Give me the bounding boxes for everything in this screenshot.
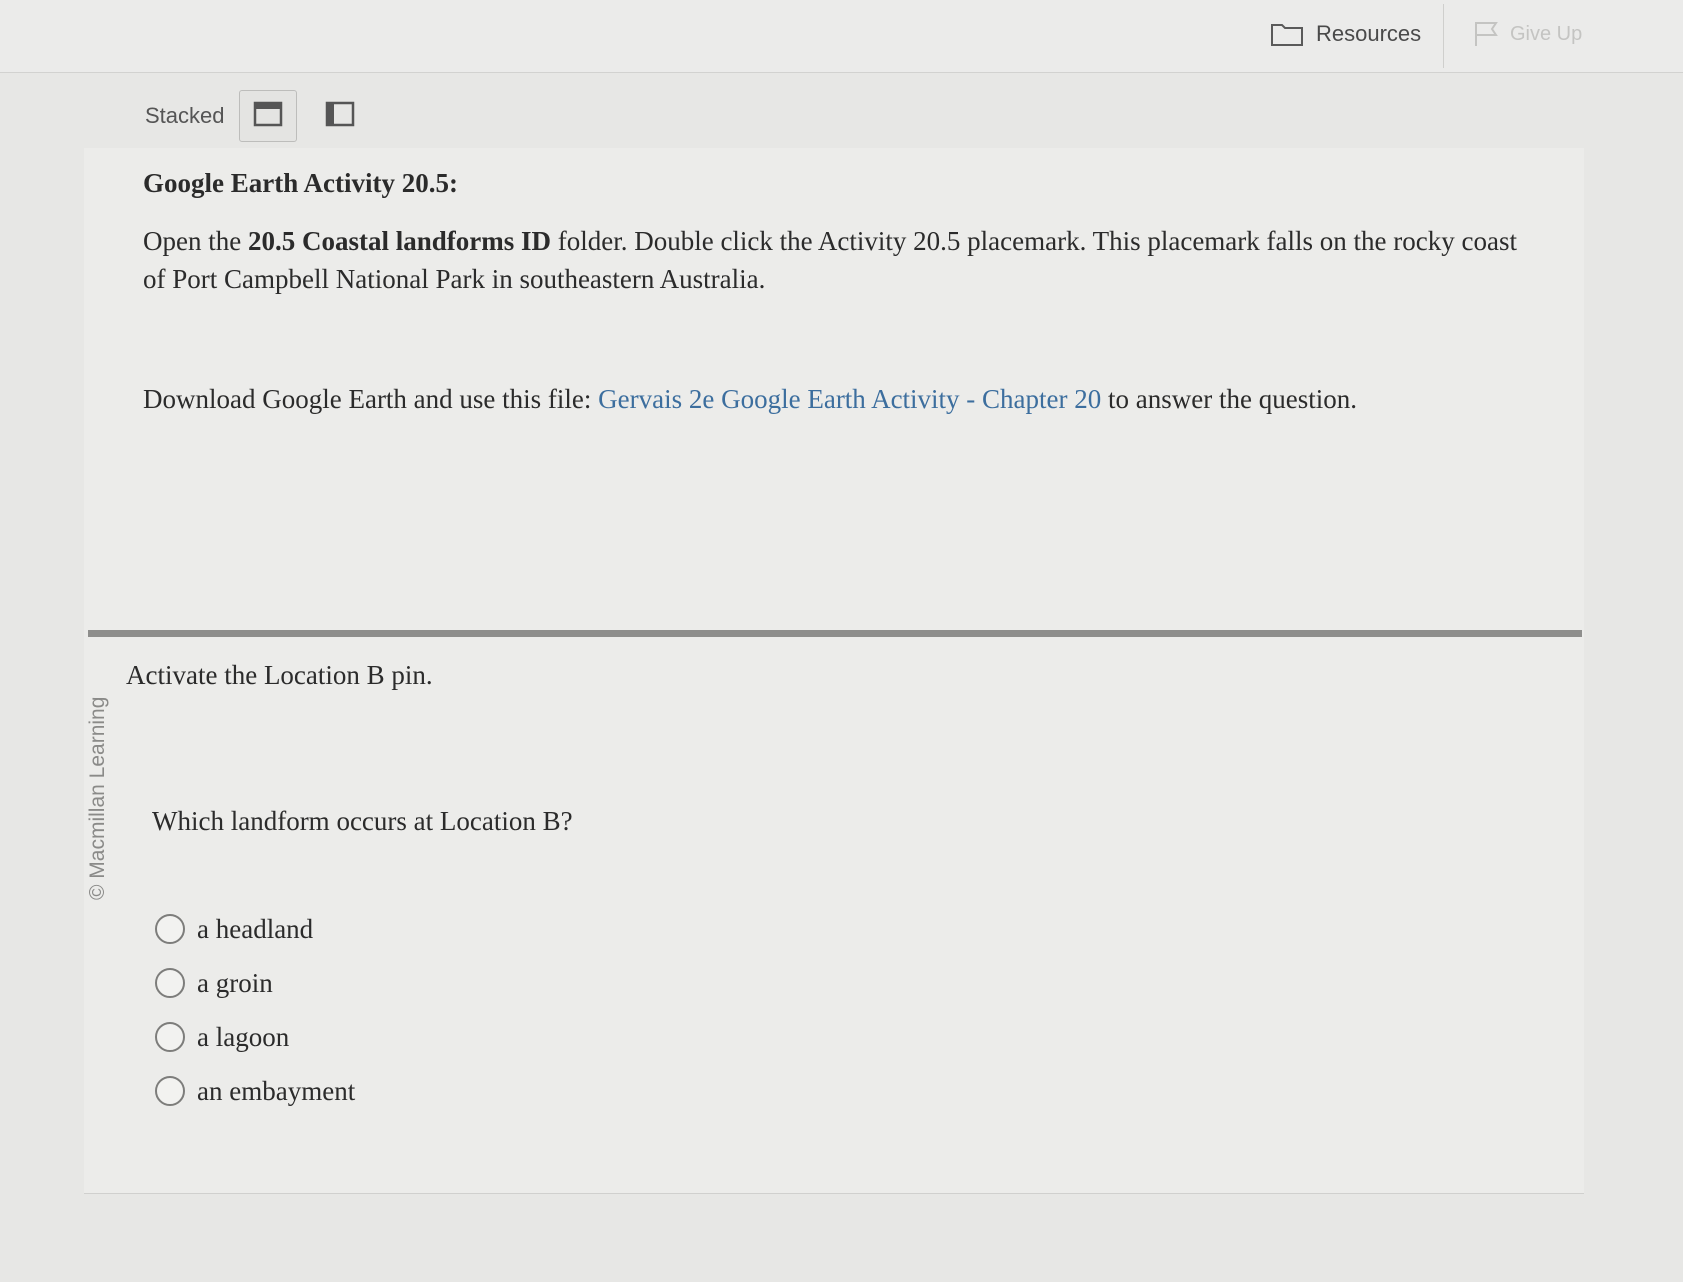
view-mode-selector: Stacked [145,88,369,144]
option-groin[interactable]: a groin [155,956,355,1010]
folder-name: 20.5 Coastal landforms ID [247,226,551,256]
activity-intro: Open the 20.5 Coastal landforms ID folde… [143,222,1523,298]
download-suffix: to answer the question. [1101,384,1357,414]
answer-options: a headland a groin a lagoon an embayment [155,902,355,1118]
option-embayment[interactable]: an embayment [155,1064,355,1118]
section-divider [88,630,1582,637]
option-headland[interactable]: a headland [155,902,355,956]
view-mode-label: Stacked [145,103,225,128]
radio-button[interactable] [155,1076,185,1106]
download-prefix: Download Google Earth and use this file: [143,384,599,414]
resources-label: Resources [1316,21,1422,46]
give-up-button[interactable]: Give Up [1472,12,1622,56]
resources-button[interactable]: Resources [1270,12,1440,56]
folder-icon [1270,21,1304,47]
option-label: a headland [197,913,314,944]
option-label: a groin [197,967,273,998]
give-up-label: Give Up [1510,22,1583,45]
radio-button[interactable] [155,914,185,944]
radio-button[interactable] [155,968,185,998]
side-by-side-layout-icon [325,101,355,132]
side-by-side-view-button[interactable] [311,90,369,142]
option-label: a lagoon [197,1021,290,1052]
top-toolbar: Resources Give Up [0,0,1683,73]
question-instruction: Activate the Location B pin. [126,660,433,690]
panel-bottom-border [84,1193,1584,1194]
radio-button[interactable] [155,1022,185,1052]
stacked-layout-icon [253,101,283,132]
toolbar-divider [1443,4,1444,68]
activity-title: Google Earth Activity 20.5: [143,168,458,198]
copyright-watermark: © Macmillan Learning [86,696,109,900]
option-lagoon[interactable]: a lagoon [155,1010,355,1064]
intro-text-start: Open the [143,226,248,256]
stacked-view-button[interactable] [238,90,297,142]
flag-icon [1472,20,1502,48]
option-label: an embayment [197,1075,356,1106]
question-prompt: Which landform occurs at Location B? [152,806,573,836]
google-earth-file-link[interactable]: Gervais 2e Google Earth Activity - Chapt… [598,384,1101,414]
download-instructions: Download Google Earth and use this file:… [143,380,1563,418]
